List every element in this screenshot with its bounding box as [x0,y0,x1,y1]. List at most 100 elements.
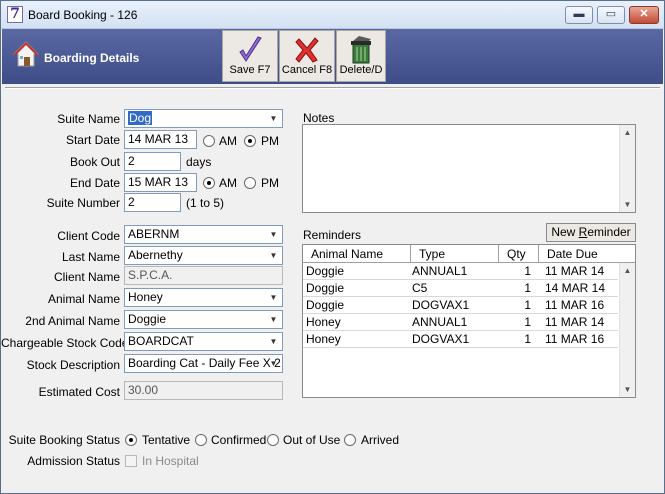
scroll-down-icon[interactable]: ▼ [620,197,635,212]
client-code-select[interactable]: ABERNM ▼ [124,225,283,244]
last-name-label: Last Name [61,250,120,264]
cross-icon [295,37,319,63]
in-hospital-label: In Hospital [142,454,199,468]
chevron-down-icon: ▼ [269,114,278,123]
cancel-label: Cancel F8 [281,64,333,76]
cancel-button[interactable]: Cancel F8 [279,30,335,82]
end-pm-radio[interactable] [244,177,256,189]
stock-desc-select[interactable]: Boarding Cat - Daily Fee X 2 ▼ [124,354,283,373]
book-out-label: Book Out [69,155,120,169]
cell-animal: Honey [306,332,341,346]
status-tentative-radio[interactable] [125,434,137,446]
chevron-down-icon: ▼ [269,337,278,346]
start-am-label: AM [219,134,237,148]
cell-animal: Doggie [306,264,345,278]
admission-status-label: Admission Status [27,454,120,468]
second-animal-value: Doggie [128,312,167,326]
last-name-select[interactable]: Abernethy ▼ [124,246,283,265]
new-reminder-button[interactable]: New Reminder [546,223,636,242]
header-band: Boarding Details Save F7 Cancel F8 Delet… [2,29,663,84]
status-confirmed-radio[interactable] [195,434,207,446]
cell-qty: 1 [524,281,531,295]
client-name-label: Client Name [53,270,120,284]
suite-booking-status-label: Suite Booking Status [8,433,120,447]
cell-animal: Doggie [306,281,345,295]
table-row[interactable]: Honey DOGVAX1 1 11 MAR 16 [303,331,618,348]
column-header-type[interactable]: Type [411,245,499,263]
minimize-button[interactable]: ▬ [565,6,593,24]
chevron-down-icon: ▼ [269,293,278,302]
end-am-radio[interactable] [203,177,215,189]
new-reminder-suffix: eminder [587,225,631,239]
column-header-qty[interactable]: Qty [499,245,539,263]
start-pm-label: PM [261,134,279,148]
est-cost-field: 30.00 [124,381,283,400]
suite-name-label: Suite Name [57,112,120,126]
end-date-label: End Date [69,176,120,190]
table-row[interactable]: Doggie C5 1 14 MAR 14 [303,280,618,297]
notes-textarea[interactable]: ▲ ▼ [302,124,636,213]
client-code-label: Client Code [57,229,120,243]
stock-code-select[interactable]: BOARDCAT ▼ [124,332,283,351]
column-header-date-due[interactable]: Date Due [539,245,635,263]
scroll-up-icon[interactable]: ▲ [620,125,635,140]
second-animal-select[interactable]: Doggie ▼ [124,310,283,329]
cell-date-due: 11 MAR 16 [545,298,605,312]
book-out-field[interactable]: 2 [124,152,181,171]
table-row[interactable]: Doggie ANNUAL1 1 11 MAR 14 [303,263,618,280]
save-label: Save F7 [229,64,271,76]
table-row[interactable]: Doggie DOGVAX1 1 11 MAR 16 [303,297,618,314]
est-cost-label: Estimated Cost [38,385,120,399]
status-out-of-use-label: Out of Use [283,433,341,447]
animal-name-value: Honey [128,290,163,304]
second-animal-label: 2nd Animal Name [25,314,120,328]
window-title: Board Booking - 126 [28,8,138,22]
stock-desc-label: Stock Description [26,358,120,372]
start-am-radio[interactable] [203,135,215,147]
cell-type: DOGVAX1 [412,298,470,312]
reminders-scrollbar[interactable]: ▲ ▼ [619,263,635,397]
title-bar[interactable]: 7 Board Booking - 126 ▬ ▭ ✕ [1,1,664,29]
cell-qty: 1 [524,264,531,278]
end-date-field[interactable]: 15 MAR 13 [124,173,197,192]
start-pm-radio[interactable] [244,135,256,147]
status-arrived-radio[interactable] [344,434,356,446]
cell-animal: Honey [306,315,341,329]
cell-type: C5 [412,281,428,295]
header-title: Boarding Details [44,51,140,65]
in-hospital-checkbox[interactable] [125,455,137,467]
reminders-header: Animal Name Type Qty Date Due [303,245,635,263]
close-button[interactable]: ✕ [629,6,659,24]
notes-scrollbar[interactable]: ▲ ▼ [619,125,635,212]
status-out-of-use-radio[interactable] [267,434,279,446]
scroll-down-icon[interactable]: ▼ [620,382,635,397]
cell-qty: 1 [524,298,531,312]
checkmark-icon [239,36,262,62]
house-icon [12,41,40,67]
stock-code-label: Chargeable Stock Code [1,336,129,350]
column-header-animal[interactable]: Animal Name [303,245,411,263]
chevron-down-icon: ▼ [269,315,278,324]
suite-number-field[interactable]: 2 [124,193,181,212]
cell-qty: 1 [524,332,531,346]
save-button[interactable]: Save F7 [222,30,278,82]
suite-name-select[interactable]: Dog ▼ [124,109,283,128]
reminders-grid[interactable]: Animal Name Type Qty Date Due Doggie ANN… [302,244,636,398]
client-code-value: ABERNM [128,227,180,241]
chevron-down-icon: ▼ [269,359,278,368]
cell-date-due: 11 MAR 16 [545,332,605,346]
delete-button[interactable]: Delete/D [336,30,386,82]
cell-type: DOGVAX1 [412,332,470,346]
table-row[interactable]: Honey ANNUAL1 1 11 MAR 14 [303,314,618,331]
last-name-value: Abernethy [128,248,183,262]
suite-number-hint: (1 to 5) [186,196,225,210]
stock-desc-value: Boarding Cat - Daily Fee X 2 [128,356,281,370]
animal-name-select[interactable]: Honey ▼ [124,288,283,307]
new-reminder-prefix: New [551,225,579,239]
maximize-button[interactable]: ▭ [597,6,625,24]
animal-name-label: Animal Name [47,292,120,306]
start-date-field[interactable]: 14 MAR 13 [124,130,197,149]
scroll-up-icon[interactable]: ▲ [620,263,635,278]
notes-label: Notes [303,111,335,125]
cell-animal: Doggie [306,298,345,312]
